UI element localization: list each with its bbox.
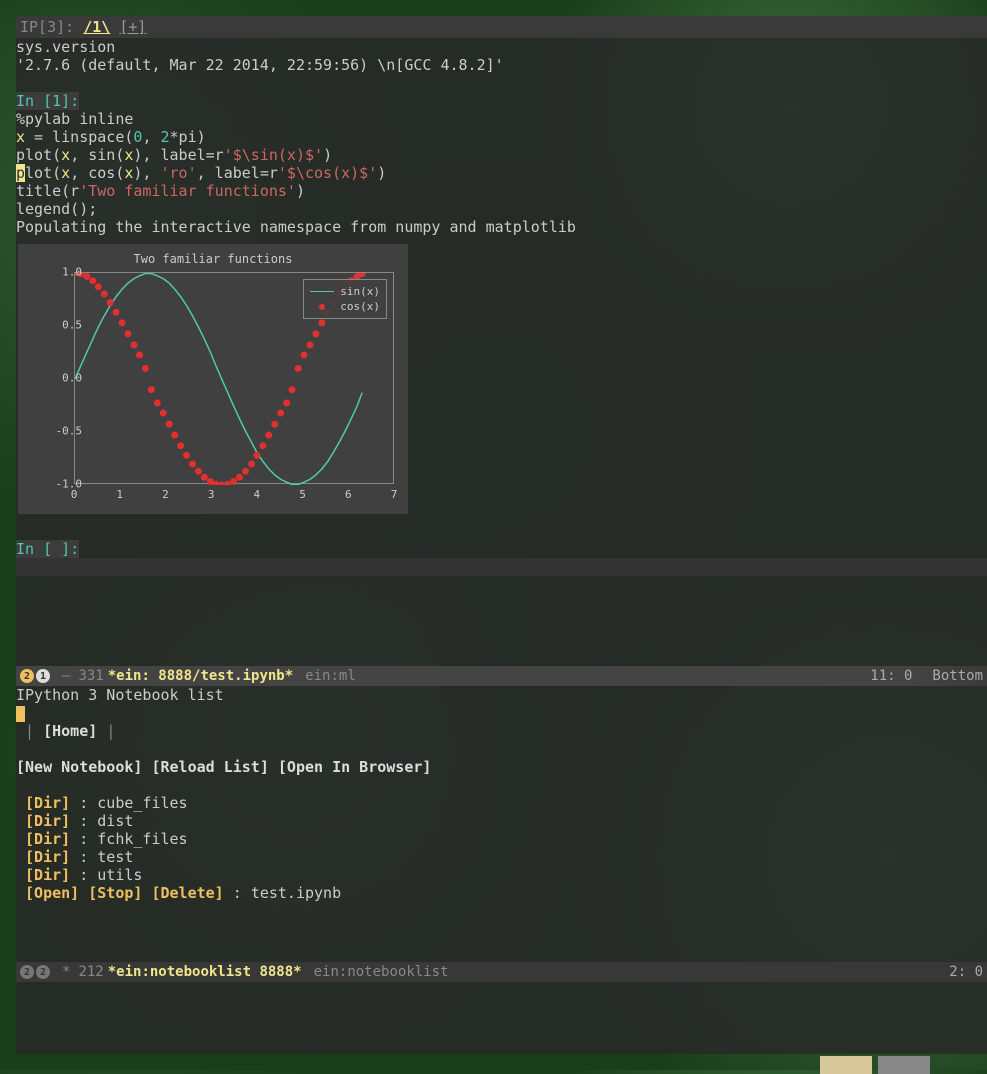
modeline2-badge1: 2 (20, 965, 34, 979)
emacs-window: IP[3]: /1\ [+] sys.version '2.7.6 (defau… (16, 16, 987, 1054)
text-cursor: p (16, 164, 25, 182)
nblist-dir-row: [Dir] : fchk_files (16, 830, 987, 848)
cell1-line1[interactable]: %pylab inline (16, 110, 987, 128)
dir-name[interactable]: dist (97, 812, 133, 830)
nblist-dir-row: [Dir] : test (16, 848, 987, 866)
modeline-bottom: 2 2 * 212 *ein:notebooklist 8888* ein:no… (16, 962, 987, 982)
modeline2-badge2: 2 (36, 965, 50, 979)
xtick: 5 (299, 488, 306, 501)
xtick: 2 (162, 488, 169, 501)
modeline-buffer-name: *ein: 8888/test.ipynb* (108, 668, 293, 684)
nblist-cursor (16, 706, 25, 722)
taskbar-item-1[interactable] (820, 1056, 872, 1074)
xtick: 3 (208, 488, 215, 501)
open-browser-button[interactable]: [Open In Browser] (278, 758, 432, 776)
plot-output: Two familiar functions sin(x) cos(x) -1.… (18, 244, 408, 514)
modeline2-mode: ein:notebooklist (314, 964, 449, 980)
delete-button[interactable]: [Delete] (151, 884, 223, 902)
file-name[interactable]: test.ipynb (251, 884, 341, 902)
dir-tag[interactable]: [Dir] (25, 866, 70, 884)
ytick: -0.5 (56, 425, 83, 438)
xtick: 4 (254, 488, 261, 501)
code-sys-version: sys.version (16, 38, 987, 56)
nblist-nav: | [Home] | (16, 722, 987, 740)
dir-tag[interactable]: [Dir] (25, 812, 70, 830)
nblist-heading: IPython 3 Notebook list (16, 686, 987, 704)
new-notebook-button[interactable]: [New Notebook] (16, 758, 142, 776)
taskbar-item-2[interactable] (878, 1056, 930, 1074)
nblist-home[interactable]: [Home] (43, 722, 97, 740)
modeline-bottom: Bottom (932, 668, 983, 684)
tab-bar: IP[3]: /1\ [+] (16, 16, 987, 38)
ytick: 0.5 (62, 319, 82, 332)
plot-axes: sin(x) cos(x) (74, 272, 394, 484)
cell1-prompt: In [1]: (16, 92, 79, 110)
cell1-line3[interactable]: plot(x, sin(x), label=r'$\sin(x)$') (16, 146, 987, 164)
cell2-prompt: In [ ]: (16, 540, 79, 558)
tab-active[interactable]: /1\ (83, 18, 110, 36)
legend-cos-dot (310, 304, 334, 310)
stop-button[interactable]: [Stop] (88, 884, 142, 902)
modeline-mode: ein:ml (305, 668, 356, 684)
ytick: 1.0 (62, 266, 82, 279)
cell1-line4[interactable]: plot(x, cos(x), 'ro', label=r'$\cos(x)$'… (16, 164, 987, 182)
dir-tag[interactable]: [Dir] (25, 794, 70, 812)
modeline2-buffer-name: *ein:notebooklist 8888* (108, 964, 302, 980)
tab-add[interactable]: [+] (119, 18, 146, 36)
modeline-position: 11: 0 (870, 668, 912, 684)
ytick: 0.0 (62, 372, 82, 385)
cell1-line5[interactable]: title(r'Two familiar functions') (16, 182, 987, 200)
dir-name[interactable]: utils (97, 866, 142, 884)
reload-list-button[interactable]: [Reload List] (151, 758, 268, 776)
modeline-badge1: 2 (20, 669, 34, 683)
dir-name[interactable]: test (97, 848, 133, 866)
output-sys-version: '2.7.6 (default, Mar 22 2014, 22:59:56) … (16, 56, 987, 74)
notebooklist-buffer[interactable]: IPython 3 Notebook list | [Home] | [New … (16, 686, 987, 962)
plot-legend: sin(x) cos(x) (303, 279, 387, 319)
legend-cos-label: cos(x) (340, 300, 380, 313)
cell2-body[interactable] (16, 558, 987, 576)
dir-name[interactable]: cube_files (97, 794, 187, 812)
open-button[interactable]: [Open] (25, 884, 79, 902)
cell1-output: Populating the interactive namespace fro… (16, 218, 987, 236)
xtick: 6 (345, 488, 352, 501)
ytick: -1.0 (56, 478, 83, 491)
dir-tag[interactable]: [Dir] (25, 848, 70, 866)
xtick: 1 (116, 488, 123, 501)
legend-sin-line (310, 291, 334, 292)
nblist-file-row: [Open] [Stop] [Delete] : test.ipynb (16, 884, 987, 902)
nblist-dir-row: [Dir] : cube_files (16, 794, 987, 812)
minibuffer[interactable] (16, 982, 987, 1000)
xtick: 7 (391, 488, 398, 501)
nblist-actions: [New Notebook] [Reload List] [Open In Br… (16, 758, 987, 776)
legend-sin-label: sin(x) (340, 285, 380, 298)
plot-title: Two familiar functions (18, 244, 408, 266)
cell1-line2[interactable]: x = linspace(0, 2*pi) (16, 128, 987, 146)
dir-tag[interactable]: [Dir] (25, 830, 70, 848)
cell1-line6[interactable]: legend(); (16, 200, 987, 218)
nblist-dir-row: [Dir] : dist (16, 812, 987, 830)
modeline-top: 2 1 — 331 *ein: 8888/test.ipynb* ein:ml … (16, 666, 987, 686)
nblist-dir-row: [Dir] : utils (16, 866, 987, 884)
xtick: 0 (71, 488, 78, 501)
notebook-buffer[interactable]: sys.version '2.7.6 (default, Mar 22 2014… (16, 38, 987, 666)
taskbar-icons (820, 1056, 930, 1074)
tab-prefix: IP[3]: (20, 18, 83, 36)
modeline2-position: 2: 0 (949, 964, 983, 980)
modeline-badge2: 1 (36, 669, 50, 683)
dir-name[interactable]: fchk_files (97, 830, 187, 848)
